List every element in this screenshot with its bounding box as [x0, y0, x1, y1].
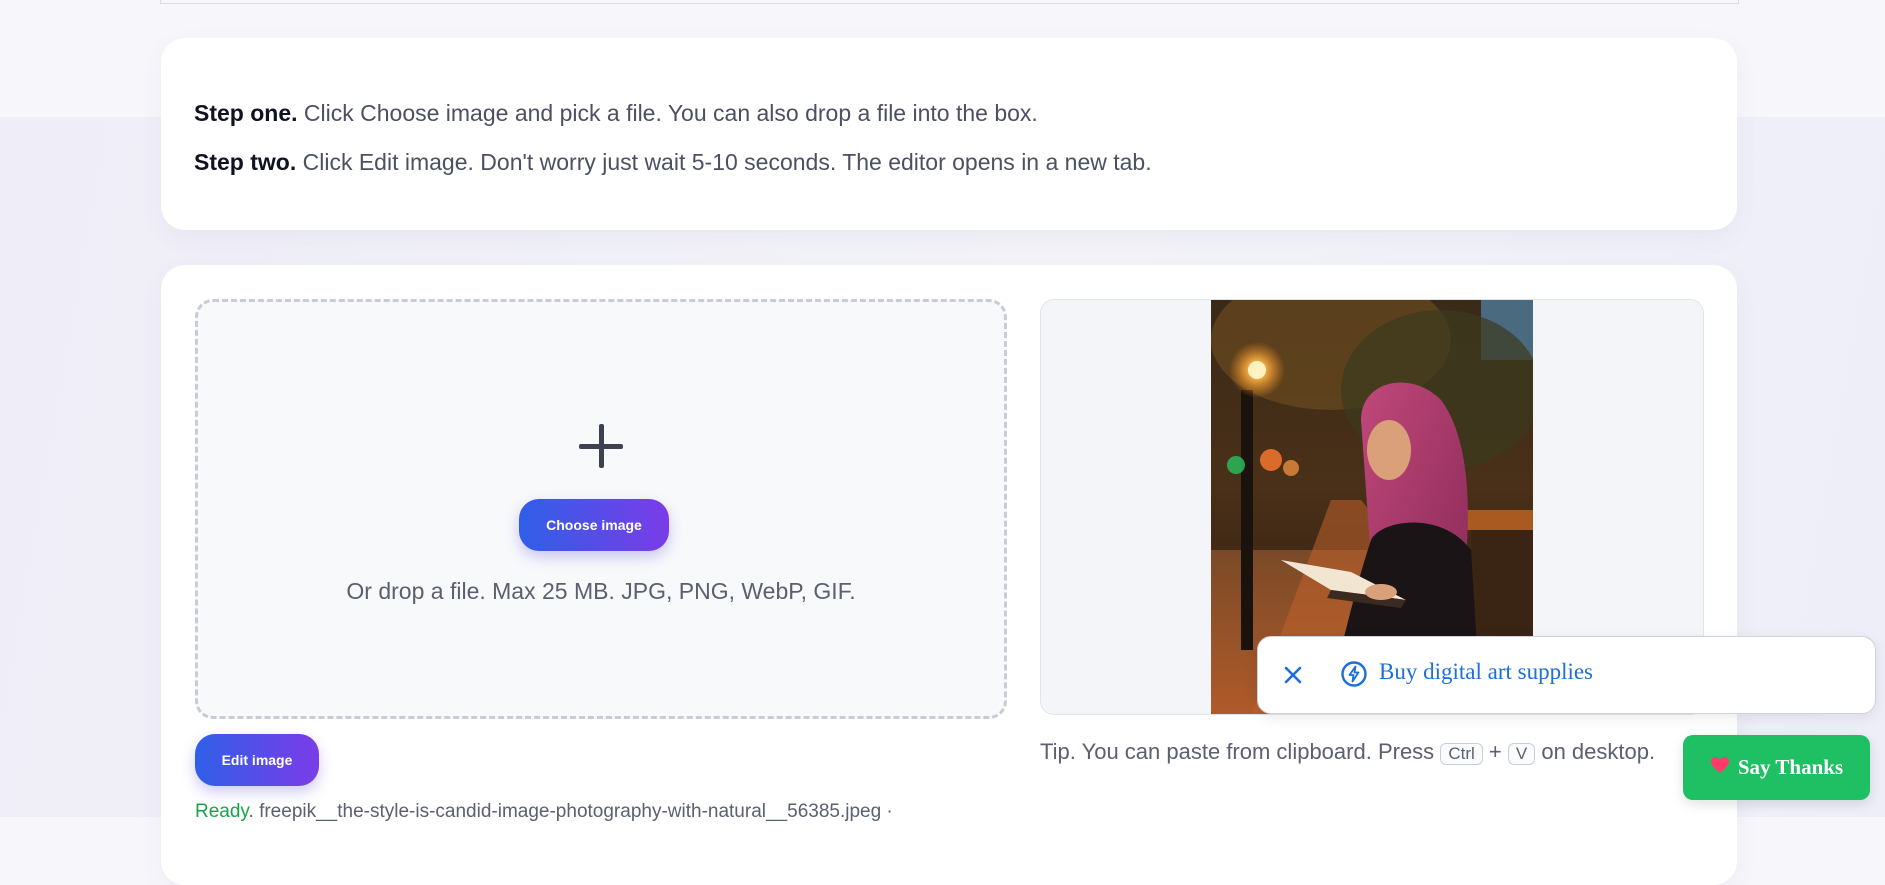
step-one-text: Click Choose image and pick a file. You …: [303, 100, 1038, 126]
step-two-text: Click Edit image. Don't worry just wait …: [302, 149, 1152, 175]
step-two-label: Step two.: [194, 149, 297, 175]
plus-icon: [579, 424, 623, 468]
heart-icon: [1710, 755, 1730, 780]
say-thanks-button[interactable]: Say Thanks: [1683, 735, 1870, 800]
step-one: Step one. Click Choose image and pick a …: [194, 100, 1038, 127]
close-icon[interactable]: [1281, 663, 1305, 687]
promo-banner[interactable]: Buy digital art supplies: [1257, 636, 1876, 714]
editor-card: Choose image Or drop a file. Max 25 MB. …: [161, 265, 1737, 885]
tip-plus: +: [1488, 739, 1502, 764]
say-thanks-label: Say Thanks: [1737, 755, 1844, 779]
step-two: Step two. Click Edit image. Don't worry …: [194, 149, 1152, 176]
key-v: V: [1507, 743, 1536, 765]
step-one-label: Step one.: [194, 100, 298, 126]
status-filename: . freepik__the-style-is-candid-image-pho…: [248, 801, 893, 822]
promo-link[interactable]: Buy digital art supplies: [1379, 659, 1593, 685]
edit-image-button[interactable]: Edit image: [195, 734, 319, 786]
tip-suffix: on desktop.: [1541, 739, 1656, 764]
choose-image-button[interactable]: Choose image: [519, 499, 669, 551]
key-ctrl: Ctrl: [1440, 743, 1483, 765]
top-panel-edge: [160, 0, 1739, 4]
tip-prefix: Tip. You can paste from clipboard. Press: [1040, 739, 1435, 764]
status-ready: Ready: [195, 801, 249, 822]
instructions-card: Step one. Click Choose image and pick a …: [161, 38, 1737, 230]
upload-status: Ready. freepik__the-style-is-candid-imag…: [195, 801, 893, 823]
drop-hint: Or drop a file. Max 25 MB. JPG, PNG, Web…: [346, 578, 856, 604]
lightning-icon: [1340, 660, 1368, 688]
paste-tip: Tip. You can paste from clipboard. Press…: [1040, 737, 1680, 766]
drop-zone[interactable]: Choose image Or drop a file. Max 25 MB. …: [195, 299, 1007, 719]
